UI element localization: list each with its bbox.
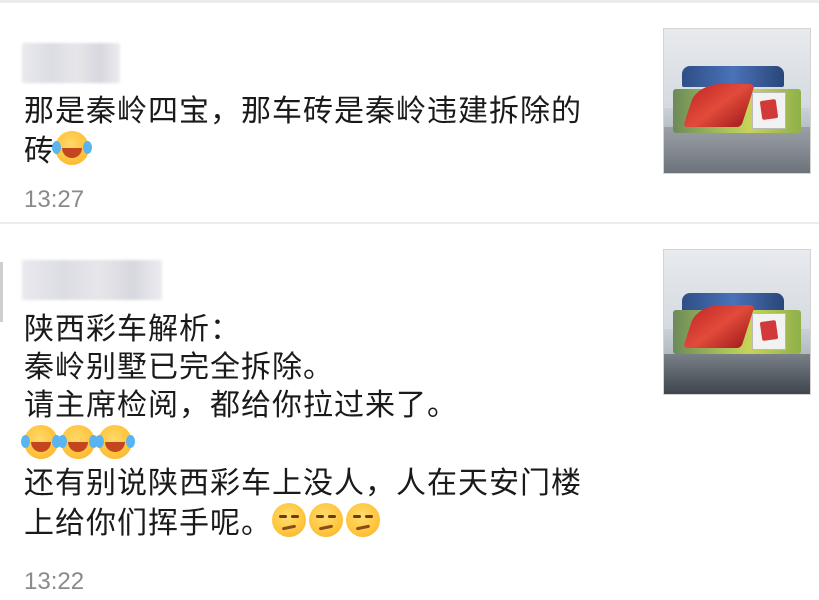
smirk-emoji-icon [272, 503, 306, 537]
timestamp: 13:22 [24, 568, 85, 595]
comment-item[interactable]: 陕西彩车解析： 秦岭别墅已完全拆除。 请主席检阅，都给你拉过来了。 还有别说陕西… [0, 226, 819, 600]
message-line: 秦岭别墅已完全拆除。 [24, 350, 334, 385]
smirk-emoji-icon [346, 503, 380, 537]
emoji-row [21, 425, 644, 465]
timestamp: 13:27 [24, 186, 85, 213]
message-text: 那是秦岭四宝，那车砖是秦岭违建拆除的 砖 [24, 93, 644, 171]
message-line: 陕西彩车解析： [24, 312, 241, 347]
tears-of-joy-emoji-icon [95, 425, 132, 459]
smirk-emoji-icon [309, 503, 343, 537]
thumbnail-road [664, 353, 810, 394]
tears-of-joy-emoji-icon [21, 425, 58, 459]
comment-item[interactable]: 那是秦岭四宝，那车砖是秦岭违建拆除的 砖 13:27 [0, 3, 819, 223]
tears-of-joy-emoji-icon [58, 425, 95, 459]
tears-of-joy-emoji-icon [52, 131, 89, 165]
message-line: 还有别说陕西彩车上没人，人在天安门楼 [24, 466, 582, 501]
parade-float-sign [751, 92, 786, 129]
parade-float-sign [751, 313, 786, 350]
photo-thumbnail[interactable] [663, 249, 811, 395]
blurred-sender-name [22, 43, 120, 83]
chat-feed: 那是秦岭四宝，那车砖是秦岭违建拆除的 砖 13:27 陕西彩车解析： 秦岭别墅已… [0, 0, 819, 600]
photo-thumbnail[interactable] [663, 28, 811, 174]
message-line: 请主席检阅，都给你拉过来了。 [24, 388, 458, 423]
message-text: 陕西彩车解析： 秦岭别墅已完全拆除。 请主席检阅，都给你拉过来了。 还有别说陕西… [21, 311, 644, 543]
message-line-text: 上给你们挥手呢。 [24, 506, 272, 541]
message-line-text: 砖 [24, 134, 55, 169]
message-line: 那是秦岭四宝，那车砖是秦岭违建拆除的 [24, 94, 582, 129]
message-line-with-emoji: 上给你们挥手呢。 [24, 503, 644, 543]
message-line-with-emoji: 砖 [24, 131, 644, 171]
blurred-sender-name [22, 260, 162, 300]
thumbnail-road [664, 126, 810, 173]
row-divider [0, 222, 819, 224]
